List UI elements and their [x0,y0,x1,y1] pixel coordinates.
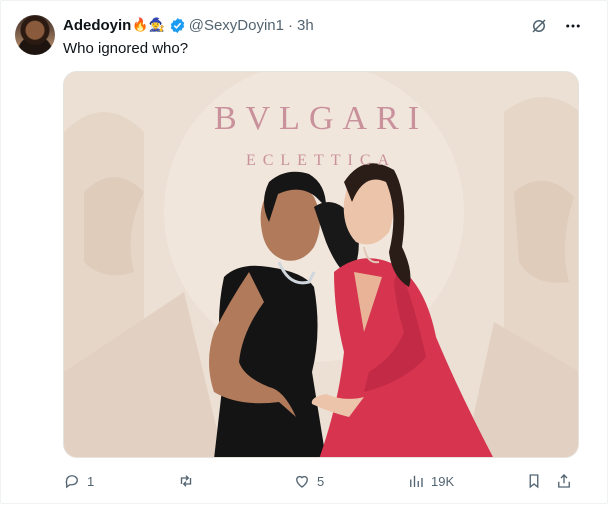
tweet-text: Who ignored who? [63,40,189,57]
verified-badge-icon [170,17,184,33]
share-icon [558,474,570,488]
retweet-button[interactable] [177,472,293,490]
tweet-actions: 1 5 19K [63,471,583,491]
like-button[interactable]: 5 [293,472,407,490]
grok-icon[interactable] [529,16,549,36]
reply-button[interactable]: 1 [63,472,177,490]
more-icon[interactable] [563,16,583,36]
tweet-header: Adedoyin 🔥🧙‍♀️ @SexyDoyin1 · 3h [63,15,314,35]
like-count: 5 [317,473,325,489]
header-actions [529,16,583,36]
separator-dot: · [288,16,293,34]
media-brand-text: BVLGARI [213,100,429,137]
retweet-icon [180,475,192,487]
like-icon [296,475,308,488]
reply-icon [65,475,78,489]
author-name[interactable]: Adedoyin [63,17,131,34]
bookmark-button[interactable] [525,472,555,490]
share-button[interactable] [555,472,579,490]
author-handle[interactable]: @SexyDoyin1 [189,17,284,34]
tweet-media-photo[interactable]: BVLGARI ECLETTICA [63,71,579,458]
tweet-card[interactable]: Adedoyin 🔥🧙‍♀️ @SexyDoyin1 · 3h Who igno… [0,0,608,504]
views-count: 19K [431,473,455,489]
views-icon [410,475,423,487]
bookmark-icon [529,474,539,489]
reply-count: 1 [87,473,95,489]
author-emojis: 🔥🧙‍♀️ [132,17,165,32]
avatar[interactable] [15,15,55,55]
views-button[interactable]: 19K [407,472,525,490]
tweet-time[interactable]: 3h [297,17,314,34]
media-subtitle-text: ECLETTICA [245,152,397,169]
